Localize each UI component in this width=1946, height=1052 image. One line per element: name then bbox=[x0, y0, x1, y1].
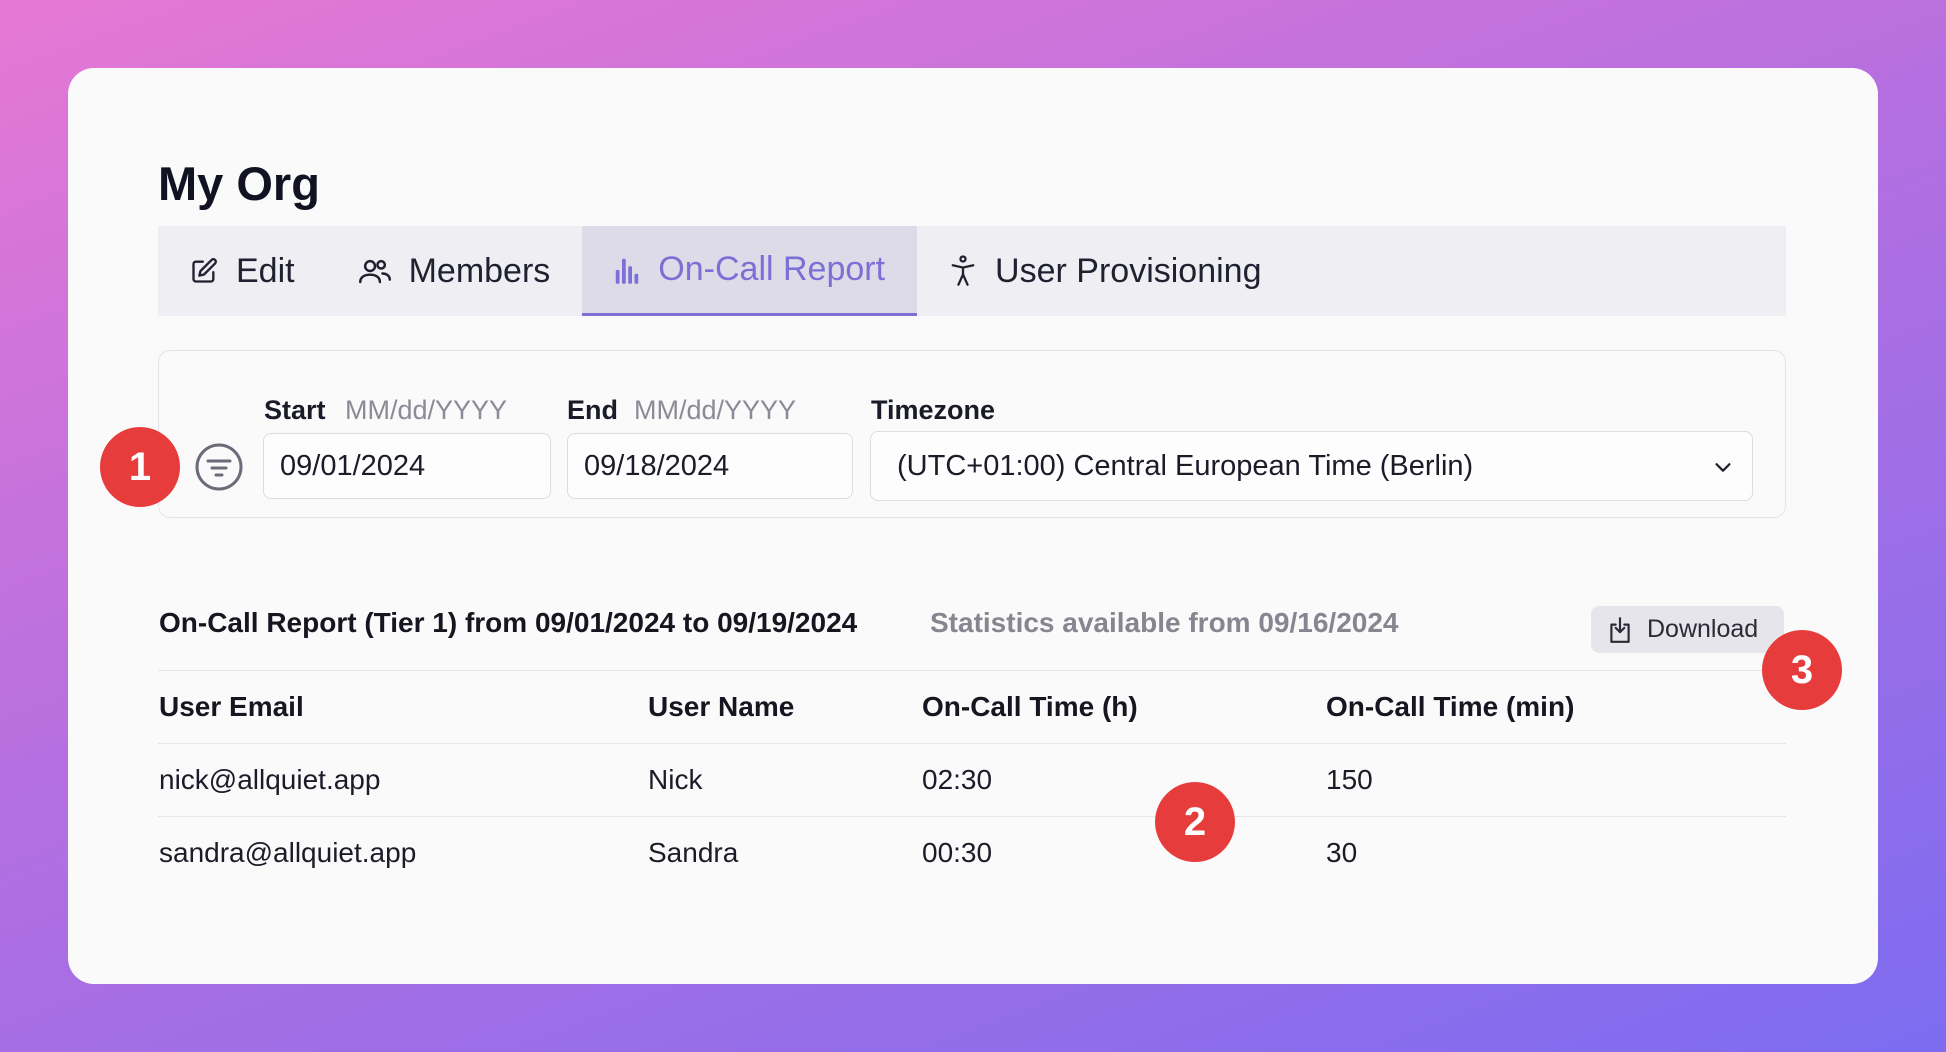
end-format-hint: MM/dd/YYYY bbox=[634, 395, 797, 425]
table-row: nick@allquiet.app Nick 02:30 150 bbox=[158, 743, 1786, 816]
user-name-cell: Sandra bbox=[648, 837, 739, 868]
stats-note: Statistics available from 09/16/2024 bbox=[930, 607, 1399, 638]
on-call-table: User Email User Name On-Call Time (h) On… bbox=[158, 670, 1786, 889]
start-format-hint: MM/dd/YYYY bbox=[345, 395, 508, 425]
start-date-input[interactable] bbox=[263, 433, 551, 499]
user-name-cell: Nick bbox=[648, 764, 703, 795]
step-badge-1: 1 bbox=[100, 427, 180, 507]
user-email-cell: sandra@allquiet.app bbox=[159, 837, 417, 868]
step-badge-2: 2 bbox=[1155, 782, 1235, 862]
download-button[interactable]: Download bbox=[1591, 606, 1784, 653]
tab-on-call-report[interactable]: On-Call Report bbox=[582, 226, 918, 316]
tab-edit[interactable]: Edit bbox=[158, 226, 327, 316]
bar-chart-icon bbox=[616, 258, 639, 284]
tab-on-call-report-label: On-Call Report bbox=[658, 250, 886, 288]
table-row: sandra@allquiet.app Sandra 00:30 30 bbox=[158, 816, 1786, 889]
column-header: On-Call Time (min) bbox=[1326, 691, 1575, 722]
page-title: My Org bbox=[158, 157, 320, 210]
download-icon bbox=[1610, 616, 1630, 643]
on-call-minutes-cell: 30 bbox=[1326, 837, 1358, 868]
timezone-label: Timezone bbox=[871, 395, 996, 425]
on-call-minutes-cell: 150 bbox=[1326, 764, 1373, 795]
timezone-select[interactable]: (UTC+01:00) Central European Time (Berli… bbox=[870, 431, 1753, 501]
tab-bar: Edit Members On-Call Report User Provisi… bbox=[158, 226, 1786, 316]
timezone-value: (UTC+01:00) Central European Time (Berli… bbox=[897, 449, 1474, 482]
on-call-hours-cell: 00:30 bbox=[922, 837, 993, 868]
tab-members[interactable]: Members bbox=[327, 226, 583, 316]
edit-icon bbox=[192, 258, 217, 283]
accessibility-icon bbox=[951, 255, 975, 286]
on-call-hours-cell: 02:30 bbox=[922, 764, 993, 795]
tab-user-provisioning[interactable]: User Provisioning bbox=[917, 226, 1293, 316]
filter-icon[interactable] bbox=[194, 442, 244, 492]
report-title: On-Call Report (Tier 1) from 09/01/2024 … bbox=[159, 607, 858, 638]
members-icon bbox=[358, 259, 391, 284]
user-email-cell: nick@allquiet.app bbox=[159, 764, 381, 795]
chevron-down-icon bbox=[1715, 463, 1731, 472]
column-header: User Name bbox=[648, 691, 795, 722]
tab-user-provisioning-label: User Provisioning bbox=[995, 251, 1262, 290]
download-label: Download bbox=[1647, 615, 1759, 643]
column-header: User Email bbox=[159, 691, 304, 722]
column-header: On-Call Time (h) bbox=[922, 691, 1138, 722]
end-label: End bbox=[567, 395, 618, 425]
tab-edit-label: Edit bbox=[236, 251, 295, 290]
tab-members-label: Members bbox=[408, 251, 551, 290]
step-badge-3: 3 bbox=[1762, 630, 1842, 710]
start-label: Start bbox=[264, 395, 326, 425]
end-date-input[interactable] bbox=[567, 433, 853, 499]
table-header-row: User Email User Name On-Call Time (h) On… bbox=[158, 670, 1786, 743]
